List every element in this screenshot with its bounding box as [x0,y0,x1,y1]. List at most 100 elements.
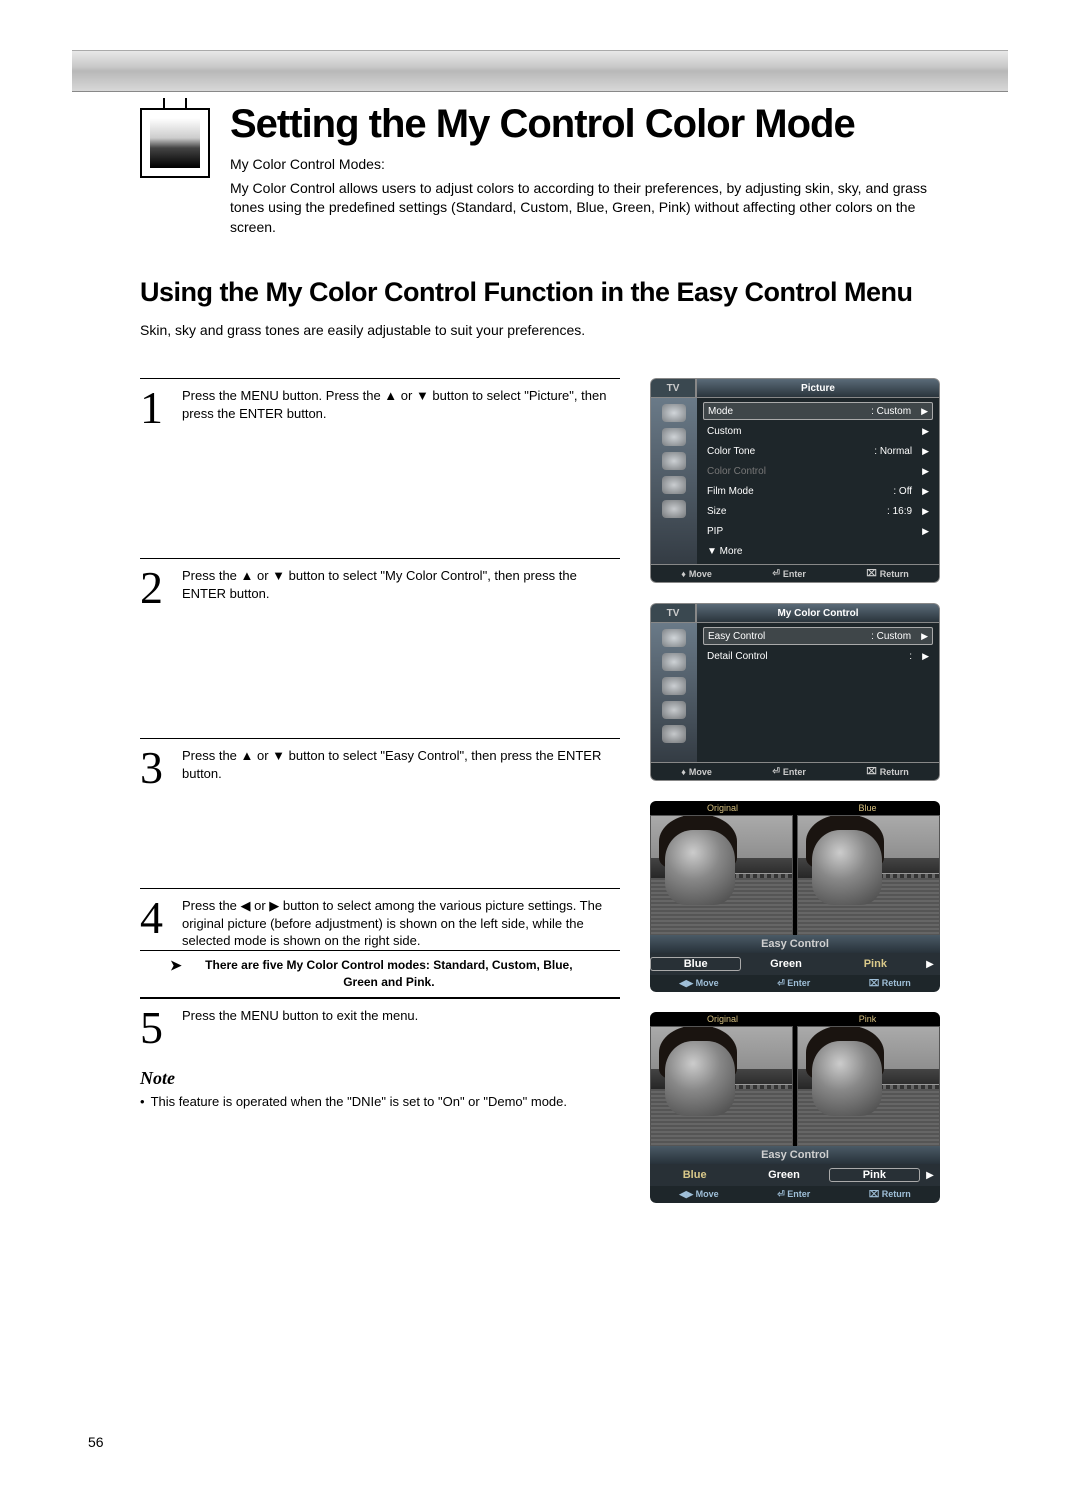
title-column: Setting the My Control Color Mode My Col… [230,102,940,237]
osd-row-label: Custom [707,426,912,437]
easy-control-option: Pink [831,958,920,970]
intro-label: My Color Control Modes: [230,155,940,175]
osd-row: Easy Control: Custom▶ [703,627,933,645]
osd-easycontrol-blue: Original Blue Easy Control BlueGreenPink… [650,801,940,992]
chevron-right-icon: ▶ [922,506,929,517]
step-text: Press the ▲ or ▼ button to select "Easy … [182,747,620,888]
chevron-right-icon: ▶ [922,651,929,662]
tv-icon [140,108,210,178]
osd-row-value: : Custom [871,406,911,417]
osd-hint-enter: ⏎ Enter [772,568,806,579]
step-number: 4 [140,897,170,950]
step-3: 3 Press the ▲ or ▼ button to select "Eas… [140,738,620,888]
compare-left-label: Original [650,1012,795,1026]
osd-icon [662,500,686,518]
chevron-right-icon: ▶ [922,426,929,437]
step-text: Press the ▲ or ▼ button to select "My Co… [182,567,620,738]
step-text: Press the ◀ or ▶ button to select among … [182,897,620,950]
osd-row-label: ▼ More [707,546,919,557]
osd-icon [662,701,686,719]
step-5: 5 Press the MENU button to exit the menu… [140,998,620,1048]
osd-row-value: : 16:9 [887,506,912,517]
easy-control-option: Green [739,1169,828,1181]
intro-block: My Color Control Modes: My Color Control… [230,155,940,237]
osd-row: Detail Control: ▶ [703,647,933,665]
osd-hint-return: ⌧ Return [866,766,908,777]
sample-image-original [650,815,793,935]
easy-control-option: Blue [650,957,741,971]
section-title: Using the My Color Control Function in t… [140,277,940,308]
osd-icon [662,629,686,647]
step-callout-note: ➤ There are five My Color Control modes:… [140,950,620,998]
osd-rows: Mode: Custom▶Custom▶Color Tone: Normal▶C… [697,398,939,564]
osd-icon [662,404,686,422]
osd-icon [662,677,686,695]
chevron-right-icon: ▶ [922,486,929,497]
osd-row: Custom ▶ [703,422,933,440]
osd-row-value: : Custom [871,631,911,642]
brushed-metal-header [72,50,1008,92]
chevron-right-icon: ▶ [920,1170,940,1181]
compare-right-label: Pink [795,1012,940,1026]
step-number: 5 [140,1007,170,1048]
osd-hint-enter: ⏎ Enter [777,1189,810,1200]
osd-source-tab: TV [650,378,696,398]
osd-row: Size: 16:9 ▶ [703,502,933,520]
osd-row-label: Color Control [707,466,912,477]
osd-hint-enter: ⏎ Enter [777,978,810,989]
easy-control-option: Pink [829,1168,920,1182]
osd-title: Picture [696,378,940,398]
chevron-right-icon: ▶ [922,446,929,457]
osd-hint-return: ⌧ Return [866,568,908,579]
osd-footer: ◀▶ Move ⏎ Enter ⌧ Return [650,1186,940,1203]
osd-footer: ◀▶ Move ⏎ Enter ⌧ Return [650,975,940,992]
osd-row-label: Color Tone [707,446,874,457]
osd-column: TV Picture Mode: Custom▶Custom▶Color Ton… [650,378,940,1203]
two-column-layout: 1 Press the MENU button. Press the ▲ or … [140,378,940,1203]
main-title: Setting the My Control Color Mode [230,102,940,147]
osd-row-label: Mode [708,406,871,417]
osd-rows: Easy Control: Custom▶ Detail Control: ▶ [697,623,939,762]
osd-hint-move: ♦ Move [681,568,712,579]
osd-hint-return: ⌧ Return [869,1189,911,1200]
page-number: 56 [88,1434,104,1450]
osd-row-value: : [909,651,912,662]
osd-row-label: Easy Control [708,631,871,642]
osd-side-icons [651,623,697,762]
osd-icon [662,725,686,743]
osd-row: Mode: Custom ▶ [703,402,933,420]
easy-control-option: Green [741,958,830,970]
osd-row-label: Detail Control [707,651,909,662]
sample-image-original [650,1026,793,1146]
osd-icon [662,452,686,470]
sample-image-adjusted [797,815,940,935]
osd-picture-menu: TV Picture Mode: Custom▶Custom▶Color Ton… [650,378,940,583]
section-subtitle: Skin, sky and grass tones are easily adj… [140,322,940,338]
step-1: 1 Press the MENU button. Press the ▲ or … [140,378,620,558]
osd-row-value: : Off [893,486,912,497]
step-2: 2 Press the ▲ or ▼ button to select "My … [140,558,620,738]
osd-hint-return: ⌧ Return [869,978,911,989]
easy-control-title: Easy Control [650,1146,940,1164]
sample-image-adjusted [797,1026,940,1146]
osd-icon [662,653,686,671]
steps-column: 1 Press the MENU button. Press the ▲ or … [140,378,620,1203]
osd-row: ▼ More [703,542,933,560]
osd-side-icons [651,398,697,564]
step-callout-text: There are five My Color Control modes: S… [188,957,590,991]
step-number: 2 [140,567,170,738]
compare-left-label: Original [650,801,795,815]
chevron-right-icon: ▶ [921,406,928,417]
intro-text: My Color Control allows users to adjust … [230,179,940,238]
chevron-right-icon: ▶ [920,959,940,970]
chevron-right-icon: ▶ [922,466,929,477]
osd-easycontrol-pink: Original Pink Easy Control BlueGreenPink… [650,1012,940,1203]
easy-control-option: Blue [650,1169,739,1181]
osd-mycolorcontrol-menu: TV My Color Control Easy Control: Custom… [650,603,940,781]
osd-icon [662,476,686,494]
note-bullet: This feature is operated when the "DNIe"… [140,1093,620,1111]
note-heading: Note [140,1068,620,1089]
chevron-right-icon: ▶ [922,526,929,537]
osd-row-label: Size [707,506,887,517]
osd-row: Color Tone: Normal▶ [703,442,933,460]
